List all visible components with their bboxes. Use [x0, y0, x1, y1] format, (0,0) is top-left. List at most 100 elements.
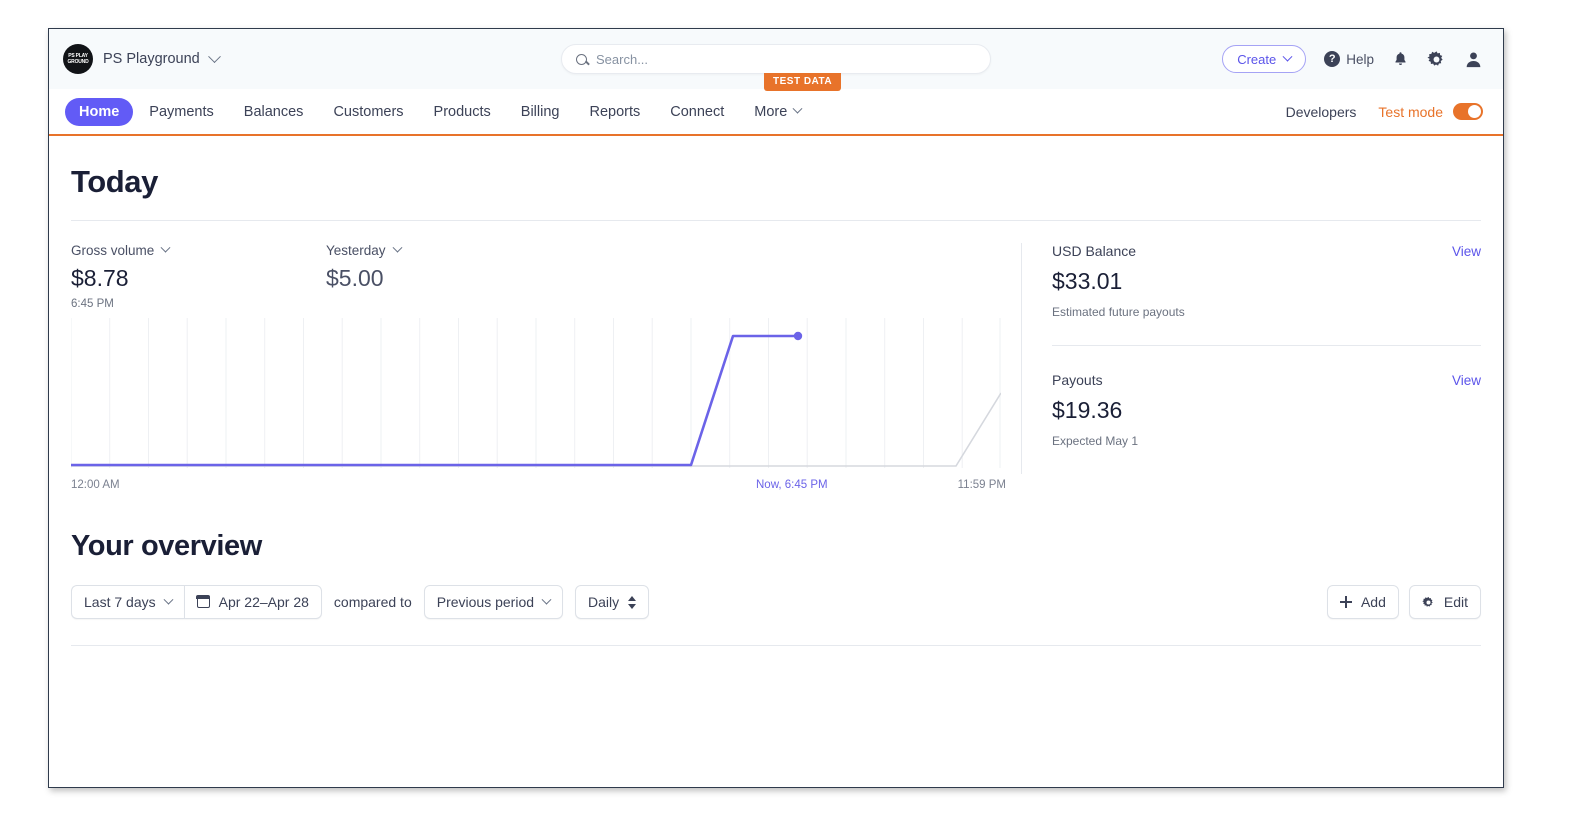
usd-balance-block: USD Balance View $33.01 Estimated future… [1052, 243, 1481, 345]
gear-icon [1427, 50, 1443, 66]
range-preset-select[interactable]: Last 7 days [71, 585, 184, 619]
usd-balance-title: USD Balance [1052, 243, 1137, 259]
main-content: Today Gross volume $8.78 6:45 PM Yesterd… [49, 164, 1503, 646]
nav-item-payments[interactable]: Payments [135, 98, 227, 126]
edit-button[interactable]: Edit [1408, 585, 1481, 619]
account-switcher[interactable]: PS PLAY GROUND PS Playground [63, 44, 263, 74]
usd-balance-view-link[interactable]: View [1452, 244, 1481, 259]
nav-item-balances[interactable]: Balances [230, 98, 318, 126]
metrics-row: Gross volume $8.78 6:45 PM Yesterday $5.… [71, 242, 1006, 310]
nav-label: Billing [520, 103, 560, 120]
account-name: PS Playground [103, 51, 200, 67]
create-button-label: Create [1237, 51, 1277, 67]
chart-gridlines [70, 318, 1001, 468]
metric-yesterday: Yesterday $5.00 [326, 242, 402, 310]
chart-label-end: 11:59 PM [957, 479, 1006, 491]
payouts-title: Payouts [1052, 372, 1103, 388]
nav-label: Products [433, 103, 491, 120]
help-button-label: Help [1346, 51, 1374, 67]
header-actions: Create ? Help [1222, 45, 1483, 73]
date-range-picker[interactable]: Apr 22–Apr 28 [183, 585, 322, 619]
bell-icon [1395, 52, 1406, 66]
date-range-label: Apr 22–Apr 28 [218, 594, 309, 610]
metric-gross-volume-selector[interactable]: Gross volume [71, 242, 326, 258]
metric-label-text: Gross volume [71, 243, 155, 258]
nav-label: Payments [149, 103, 214, 120]
chart-line-today [69, 334, 800, 467]
metric-gross-volume-value: $8.78 [71, 265, 129, 291]
range-preset-label: Last 7 days [84, 594, 156, 610]
metric-gross-volume: Gross volume $8.78 6:45 PM [71, 242, 326, 310]
payouts-header: Payouts View [1052, 372, 1481, 388]
question-circle-icon: ? [1324, 51, 1341, 67]
test-mode-label: Test mode [1378, 103, 1443, 120]
nav-label: Customers [333, 103, 404, 120]
nav-item-customers[interactable]: Customers [319, 98, 417, 126]
developers-link[interactable]: Developers [1286, 104, 1357, 120]
nav-item-reports[interactable]: Reports [575, 98, 654, 126]
title-divider [71, 220, 1481, 221]
chart-svg [69, 318, 1002, 468]
payouts-sub: Expected May 1 [1052, 434, 1139, 448]
up-down-chevron-icon [628, 595, 637, 609]
nav-items: Home Payments Balances Customers Product… [65, 97, 815, 126]
nav-label: More [754, 103, 788, 120]
nav-label: Home [79, 103, 120, 120]
nav-item-more[interactable]: More [740, 98, 815, 126]
metric-yesterday-selector[interactable]: Yesterday [326, 242, 402, 258]
account-button[interactable] [1464, 50, 1483, 69]
person-icon [1466, 51, 1481, 67]
metric-label-text: Yesterday [326, 243, 386, 258]
add-button-label: Add [1360, 594, 1386, 610]
chart-label-now: Now, 6:45 PM [756, 479, 828, 491]
gross-volume-chart[interactable]: 12:00 AM Now, 6:45 PM 11:59 PM [69, 318, 1006, 491]
payouts-block: Payouts View $19.36 Expected May 1 [1052, 345, 1481, 474]
chevron-down-icon [207, 49, 221, 63]
toggle-switch[interactable] [1453, 103, 1483, 120]
compared-to-label: compared to [333, 594, 412, 610]
page-title: Today [71, 164, 158, 199]
chevron-down-icon [160, 242, 171, 253]
main-navigation: Home Payments Balances Customers Product… [49, 89, 1503, 136]
nav-label: Balances [243, 103, 304, 120]
nav-item-home[interactable]: Home [65, 97, 134, 126]
usd-balance-sub: Estimated future payouts [1052, 305, 1185, 319]
compare-period-select[interactable]: Previous period [423, 585, 564, 619]
test-mode-toggle[interactable]: Test mode [1378, 103, 1483, 120]
stripe-avatar-icon: PS PLAY GROUND [63, 44, 93, 74]
calendar-icon [196, 595, 211, 608]
overview-divider [71, 645, 1481, 646]
gear-icon [1422, 596, 1433, 607]
payouts-view-link[interactable]: View [1452, 373, 1481, 388]
usd-balance-amount: $33.01 [1052, 268, 1123, 294]
nav-right: Developers Test mode [1286, 103, 1483, 120]
nav-item-products[interactable]: Products [420, 98, 505, 126]
help-button[interactable]: ? Help [1324, 51, 1374, 67]
search-icon [576, 53, 587, 65]
plus-icon [1339, 596, 1352, 608]
edit-button-label: Edit [1443, 594, 1468, 610]
nav-item-connect[interactable]: Connect [656, 98, 738, 126]
create-button[interactable]: Create [1222, 45, 1307, 73]
date-range-group: Last 7 days Apr 22–Apr 28 [71, 585, 322, 619]
chevron-down-icon [541, 594, 552, 605]
nav-item-billing[interactable]: Billing [507, 98, 574, 126]
notifications-button[interactable] [1392, 50, 1409, 68]
chevron-down-icon [1282, 51, 1293, 62]
chart-label-start: 12:00 AM [71, 479, 120, 491]
add-button[interactable]: Add [1326, 585, 1399, 619]
metric-gross-volume-time: 6:45 PM [71, 298, 114, 310]
interval-select[interactable]: Daily [575, 585, 650, 619]
chart-endpoint-marker [793, 331, 803, 341]
today-chart-panel: Gross volume $8.78 6:45 PM Yesterday $5.… [69, 242, 1006, 491]
today-panels: Gross volume $8.78 6:45 PM Yesterday $5.… [69, 242, 1481, 491]
search-placeholder: Search... [596, 51, 649, 67]
compare-period-label: Previous period [436, 594, 535, 610]
chevron-down-icon [392, 242, 402, 253]
settings-button[interactable] [1427, 50, 1446, 69]
chevron-down-icon [163, 594, 174, 605]
search-input[interactable]: Search... [561, 44, 991, 74]
overview-actions: Add Edit [1326, 585, 1481, 619]
metric-yesterday-value: $5.00 [326, 265, 384, 291]
chevron-down-icon [792, 103, 803, 114]
